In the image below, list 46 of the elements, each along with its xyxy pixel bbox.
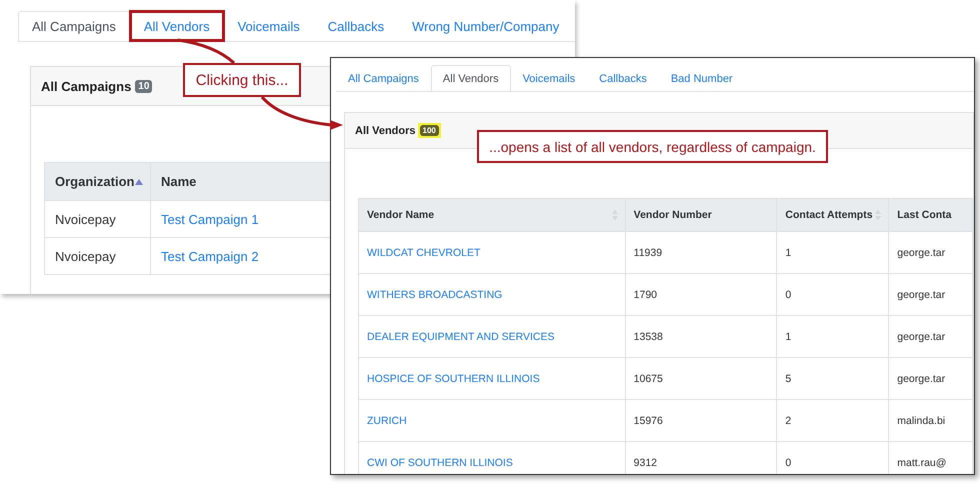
table-cell: 1 [776, 232, 889, 274]
tab[interactable]: All Vendors [130, 11, 224, 41]
table-cell: george.tar [888, 232, 972, 274]
sort-ascending-icon[interactable] [135, 178, 143, 184]
table-cell: 15976 [625, 400, 777, 442]
table-cell: 11939 [625, 232, 777, 274]
card-title: All Campaigns [41, 78, 132, 94]
table-cell: george.tar [888, 358, 972, 400]
table-link[interactable]: ZURICH [358, 400, 626, 442]
table-link[interactable]: WILDCAT CHEVROLET [358, 232, 626, 274]
tab[interactable]: Voicemails [510, 65, 588, 91]
table-cell: 13538 [625, 316, 777, 358]
tab[interactable]: Callbacks [587, 65, 659, 91]
table-cell: Nvoicepay [44, 200, 150, 238]
column-header[interactable]: Contact Attempts [776, 198, 889, 232]
column-header[interactable]: Vendor Number [625, 198, 777, 232]
table-cell: 5 [776, 358, 889, 400]
table-cell: 1790 [625, 274, 777, 316]
tab[interactable]: All Campaigns [18, 11, 130, 41]
count-badge: 10 [135, 80, 152, 92]
table-link[interactable]: HOSPICE OF SOUTHERN ILLINOIS [358, 358, 626, 400]
tab[interactable]: Wrong Number/Company [398, 11, 574, 41]
table-cell: 0 [776, 274, 889, 316]
table-cell: 1 [776, 316, 889, 358]
count-badge: 100 [420, 125, 439, 136]
tab[interactable]: All Campaigns [336, 65, 431, 91]
table-cell: george.tar [888, 274, 972, 316]
column-header[interactable]: Organization [44, 162, 150, 200]
table-link[interactable]: WITHERS BROADCASTING [358, 274, 626, 316]
table-cell: 2 [776, 400, 889, 442]
table-cell: malinda.bi [888, 400, 972, 442]
tab[interactable]: All Vendors [430, 65, 511, 91]
card-title: All Vendors [355, 124, 416, 136]
callout: Clicking this... [183, 63, 301, 97]
table-cell: george.tar [888, 316, 972, 358]
table-link[interactable]: DEALER EQUIPMENT AND SERVICES [358, 316, 626, 358]
table-cell: Nvoicepay [44, 238, 150, 274]
tab[interactable]: Bad Number [658, 65, 745, 91]
table-link[interactable]: CWI OF SOUTHERN ILLINOIS [358, 442, 626, 474]
column-header[interactable]: Name [150, 162, 332, 200]
callout: ...opens a list of all vendors, regardless of campaign. [477, 130, 828, 163]
tab[interactable]: Callbacks [314, 11, 398, 41]
column-header[interactable]: Last Conta [888, 198, 972, 232]
column-header[interactable]: Vendor Name [358, 198, 626, 232]
tab[interactable]: Voicemails [224, 11, 314, 41]
table-cell: 10675 [625, 358, 777, 400]
